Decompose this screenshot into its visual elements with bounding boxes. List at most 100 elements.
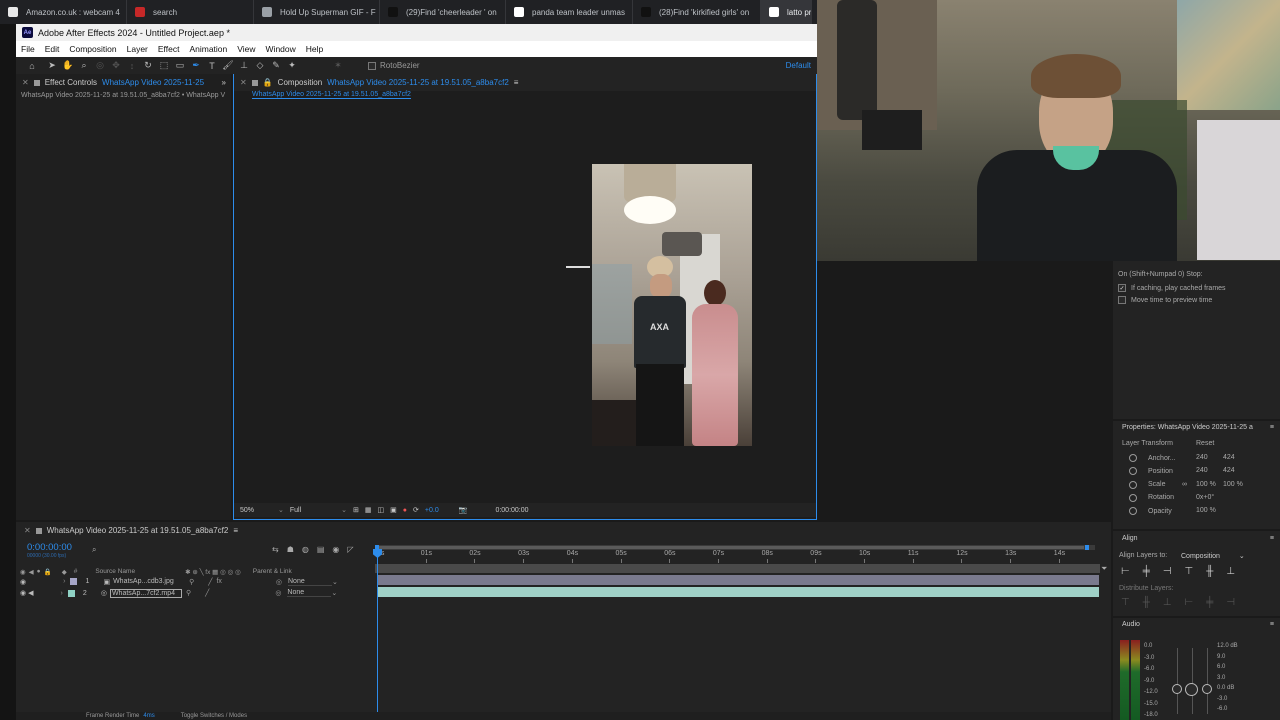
align-layers-to-select[interactable]: Composition ⌄ [1181,552,1245,561]
property-value-1[interactable]: 0x+0° [1196,494,1214,501]
panel-menu-icon[interactable] [33,79,40,86]
cache-frames-checkbox[interactable]: ✓ [1118,284,1126,292]
visibility-icon[interactable]: ◉ [20,578,26,586]
effect-switch-icon[interactable]: fx [216,578,221,585]
expand-chevron-icon[interactable]: › [63,578,65,585]
grid-guides-icon[interactable]: ▣ [390,506,397,514]
menu-icon[interactable]: ≡ [1270,535,1274,542]
close-icon[interactable]: ✕ [240,78,247,87]
frame-blending-icon[interactable]: ▤ [317,545,325,554]
constrain-proportions-icon[interactable]: ∞ [1182,481,1187,488]
composition-name[interactable]: WhatsApp Video 2025-11-25 at 19.51.05_a8… [327,78,509,87]
menu-item-composition[interactable]: Composition [64,44,121,54]
pan-tool-icon[interactable]: ✥ [108,59,124,73]
clone-stamp-icon[interactable]: ⊥ [236,59,252,73]
current-time-indicator[interactable] [377,548,378,720]
rotate-tool-icon[interactable]: ↻ [140,59,156,73]
property-value-1[interactable]: 100 % [1196,481,1216,488]
audio-left-slider[interactable] [1172,684,1182,694]
transparency-grid-icon[interactable]: ▦ [365,506,372,514]
home-icon[interactable]: ⌂ [24,59,40,73]
menu-item-window[interactable]: Window [261,44,301,54]
reset-button[interactable]: Reset [1196,440,1214,447]
visibility-icon[interactable]: ◉ [20,589,26,597]
layer-source-name[interactable]: WhatsAp...cdb3.jpg [113,578,185,585]
browser-tab[interactable]: search [127,0,254,24]
panel-overflow-icon[interactable]: » [222,78,226,87]
menu-item-help[interactable]: Help [301,44,328,54]
move-time-option[interactable]: Move time to preview time [1118,296,1212,304]
browser-tab[interactable]: Amazon.co.uk : webcam 4 [0,0,127,24]
parent-select[interactable]: None [287,589,332,597]
stopwatch-icon[interactable] [1129,507,1137,516]
distribute-h-center-icon[interactable]: ╪ [1206,597,1213,608]
browser-tab[interactable]: latto png [761,0,812,24]
snapshot-icon[interactable]: 📷 [459,506,468,514]
chevron-down-icon[interactable]: ⌄ [341,506,347,514]
menu-icon[interactable]: ≡ [1270,424,1274,431]
menu-item-edit[interactable]: Edit [40,44,65,54]
graph-editor-icon[interactable]: ◸ [347,545,353,554]
menu-icon[interactable]: ≡ [1270,621,1274,628]
align-h-center-icon[interactable]: ╪ [1143,566,1150,577]
eraser-tool-icon[interactable]: ◇ [252,59,268,73]
menu-item-file[interactable]: File [16,44,40,54]
orbit-tool-icon[interactable]: ◎ [92,59,108,73]
property-value-2[interactable]: 424 [1223,467,1235,474]
resolution-select[interactable]: Full [290,507,301,514]
workspace-default[interactable]: Default [786,61,811,70]
distribute-top-icon[interactable]: ⊤ [1121,597,1130,608]
exposure-value[interactable]: +0.0 [425,507,439,514]
cache-frames-option[interactable]: ✓ If caching, play cached frames [1118,284,1226,292]
puppet-pin-icon[interactable]: ✦ [284,59,300,73]
menu-item-view[interactable]: View [232,44,260,54]
composition-tab[interactable]: Composition [278,78,322,87]
anchor-tool-icon[interactable]: ⬚ [156,59,172,73]
distribute-bottom-icon[interactable]: ⊥ [1163,597,1172,608]
browser-tab[interactable]: panda team leader unmas [506,0,633,24]
reset-exposure-icon[interactable]: ⟳ [413,506,419,514]
stopwatch-icon[interactable] [1129,480,1137,489]
chevron-down-icon[interactable]: ⌄ [331,589,337,597]
color-channel-icon[interactable]: ● [403,507,407,514]
audio-master-slider[interactable] [1185,683,1198,696]
align-v-center-icon[interactable]: ╫ [1206,566,1213,577]
type-tool-icon[interactable]: T [204,59,220,73]
layer-1-bar[interactable] [378,575,1099,585]
pen-tool-icon[interactable]: ✒ [188,59,204,73]
timeline-timecode[interactable]: 0:00:00:00 [27,542,72,553]
chevron-down-icon[interactable]: ⌄ [332,578,338,586]
hand-tool-icon[interactable]: ✋ [60,59,76,73]
stopwatch-icon[interactable] [1129,493,1137,502]
magnification-select[interactable]: 50% [240,507,254,514]
quality-switch-icon[interactable]: ╱ [208,578,212,586]
motion-blur-icon[interactable]: ◉ [332,545,339,554]
roto-brush-icon[interactable]: ✎ [268,59,284,73]
effect-controls-tab[interactable]: Effect Controls [45,78,97,87]
snapping-icon[interactable]: ✶ [330,59,346,73]
panel-menu-icon[interactable] [251,79,258,86]
layer-source-name[interactable]: WhatsAp...7cf2.mp4 [109,588,182,598]
move-time-checkbox[interactable] [1118,296,1126,304]
dolly-tool-icon[interactable]: ↕ [124,59,140,73]
work-area-bar[interactable] [375,545,1095,550]
browser-tab[interactable]: Hold Up Superman GIF - F [254,0,380,24]
pick-whip-icon[interactable]: ◎ [275,589,281,597]
stopwatch-icon[interactable] [1129,467,1137,476]
anchor-point-handle[interactable] [566,263,590,271]
panel-menu-icon[interactable] [35,527,42,534]
property-value-2[interactable]: 100 % [1223,481,1243,488]
brush-tool-icon[interactable]: 🖌 [220,59,236,73]
stopwatch-icon[interactable] [1129,454,1137,462]
distribute-v-center-icon[interactable]: ╫ [1143,597,1150,608]
toggle-switches-modes[interactable]: Toggle Switches / Modes [181,713,247,719]
selection-tool-icon[interactable]: ➤ [44,59,60,73]
layer-2-bar[interactable] [378,587,1099,597]
pick-whip-icon[interactable]: ◎ [276,578,282,586]
comp-flowchart-icon[interactable]: ⇆ [272,545,279,554]
audio-right-slider[interactable] [1202,684,1212,694]
rectangle-tool-icon[interactable]: ▭ [172,59,188,73]
shy-switch-icon[interactable]: ⚲ [189,578,194,586]
effect-controls-layer[interactable]: WhatsApp Video 2025-11-25 [102,78,204,87]
align-bottom-icon[interactable]: ⊥ [1226,566,1235,577]
